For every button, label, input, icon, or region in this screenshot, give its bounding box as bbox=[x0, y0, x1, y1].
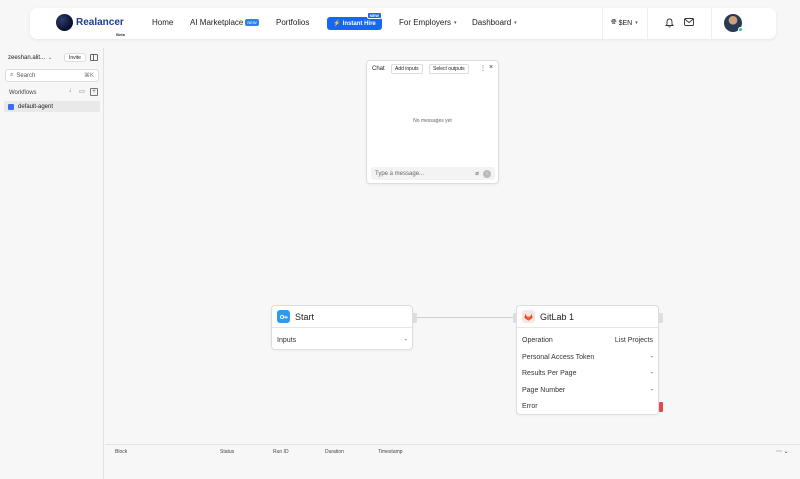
language-label: $EN bbox=[618, 19, 633, 27]
import-icon[interactable]: ↓ bbox=[66, 88, 74, 96]
nav-divider bbox=[647, 8, 648, 39]
sidebar-item-default-agent[interactable]: default-agent bbox=[4, 101, 100, 112]
toggle-sidebar-icon[interactable] bbox=[90, 54, 98, 61]
nav-dashboard-label: Dashboard bbox=[472, 18, 512, 27]
field-label: Error bbox=[522, 402, 538, 410]
field-label: Inputs bbox=[277, 336, 297, 344]
online-status-icon bbox=[738, 27, 743, 32]
output-handle[interactable] bbox=[659, 313, 663, 323]
log-options-icon[interactable]: ⋯ ⌄ bbox=[776, 448, 789, 455]
search-placeholder: Search bbox=[16, 72, 36, 79]
more-options-icon[interactable]: ⋮ bbox=[480, 65, 486, 72]
select-outputs-button[interactable]: Select outputs bbox=[429, 64, 469, 74]
nav-home[interactable]: Home bbox=[152, 18, 173, 27]
log-column-duration: Duration bbox=[325, 449, 344, 455]
chevron-down-icon: ⌄ bbox=[48, 55, 53, 61]
bell-icon[interactable] bbox=[665, 18, 674, 30]
workflows-heading: Workflows bbox=[9, 90, 37, 96]
error-handle[interactable] bbox=[659, 402, 663, 412]
language-selector[interactable]: 🌐︎ $EN ▾ bbox=[611, 19, 638, 27]
globe-icon: 🌐︎ bbox=[611, 19, 617, 26]
nav-portfolios[interactable]: Portfolios bbox=[276, 18, 309, 27]
start-node[interactable]: Start Inputs - bbox=[271, 305, 417, 350]
chevron-down-icon: ▾ bbox=[454, 19, 457, 26]
workspace-switcher[interactable]: zeeshan.alit... ⌄ bbox=[8, 55, 52, 61]
node-field-results-per-page[interactable]: Results Per Page - bbox=[522, 367, 653, 379]
field-label: Page Number bbox=[522, 386, 566, 394]
new-badge: NEW bbox=[245, 19, 259, 26]
node-field-operation[interactable]: Operation List Projects bbox=[522, 334, 653, 346]
node-field-error: Error bbox=[522, 400, 653, 412]
execution-log-bar: Block Status Run ID Duration Timestamp ⋯… bbox=[105, 444, 800, 479]
nav-ai-marketplace[interactable]: AI Marketplace NEW bbox=[190, 18, 259, 27]
chevron-down-icon: ▾ bbox=[635, 20, 638, 26]
search-shortcut: ⌘K bbox=[83, 73, 94, 79]
field-value: - bbox=[650, 353, 653, 361]
input-handle[interactable] bbox=[513, 313, 517, 323]
nav-dashboard[interactable]: Dashboard ▾ bbox=[472, 18, 517, 27]
workflow-label: default-agent bbox=[18, 103, 54, 110]
node-header: Start bbox=[272, 306, 412, 328]
paperclip-icon[interactable]: ⌀ bbox=[475, 170, 479, 177]
instant-hire-label: Instant Hire bbox=[342, 20, 376, 27]
logo-mark-icon bbox=[56, 14, 73, 31]
instant-hire-button[interactable]: ⚡ Instant Hire NEW bbox=[327, 12, 382, 30]
node-header: GitLab 1 bbox=[517, 306, 658, 328]
node-field-page-number[interactable]: Page Number - bbox=[522, 384, 653, 396]
nav-for-employers-label: For Employers bbox=[399, 18, 452, 27]
workflow-color-icon bbox=[8, 103, 14, 110]
node-field-inputs[interactable]: Inputs - bbox=[277, 334, 407, 346]
field-value: - bbox=[650, 369, 653, 377]
node-field-personal-access-token[interactable]: Personal Access Token - bbox=[522, 351, 653, 363]
start-block-icon bbox=[277, 310, 290, 323]
log-column-timestamp: Timestamp bbox=[378, 449, 403, 455]
nav-for-employers[interactable]: For Employers ▾ bbox=[399, 18, 457, 27]
chat-panel: Chat Add inputs Select outputs ⋮ × No me… bbox=[366, 60, 499, 184]
mail-icon[interactable] bbox=[684, 18, 694, 28]
chat-empty-state: No messages yet bbox=[413, 118, 452, 124]
log-column-status: Status bbox=[220, 449, 235, 455]
field-label: Operation bbox=[522, 336, 553, 344]
bolt-icon: ⚡ bbox=[333, 21, 341, 27]
chat-message-input[interactable]: Type a message... ⌀ ↑ bbox=[371, 167, 495, 180]
log-column-run-id: Run ID bbox=[273, 449, 289, 455]
node-title: Start bbox=[295, 311, 315, 322]
output-handle[interactable] bbox=[413, 313, 417, 323]
search-input[interactable]: ⌕ Search ⌘K bbox=[5, 69, 99, 82]
field-label: Personal Access Token bbox=[522, 353, 595, 361]
brand-name: Realancer bbox=[76, 16, 124, 28]
chevron-down-icon: ▾ bbox=[514, 19, 517, 26]
chat-input-placeholder: Type a message... bbox=[375, 170, 425, 177]
sidebar: zeeshan.alit... ⌄ Invite ⌕ Search ⌘K Wor… bbox=[0, 48, 104, 479]
field-value: - bbox=[404, 336, 407, 344]
workspace-name: zeeshan.alit... bbox=[8, 55, 46, 61]
brand-logo[interactable]: Realancer Beta bbox=[56, 14, 125, 37]
log-column-block: Block bbox=[115, 449, 128, 455]
add-workflow-icon[interactable]: + bbox=[90, 88, 98, 96]
gitlab-node[interactable]: GitLab 1 Operation List Projects Persona… bbox=[513, 305, 663, 415]
top-navbar: Realancer Beta Home AI Marketplace NEW P… bbox=[30, 8, 776, 39]
nav-ai-marketplace-label: AI Marketplace bbox=[190, 18, 244, 27]
invite-button[interactable]: Invite bbox=[64, 53, 86, 62]
search-icon: ⌕ bbox=[10, 72, 14, 78]
beta-label: Beta bbox=[116, 31, 125, 37]
nav-divider bbox=[711, 8, 712, 39]
node-title: GitLab 1 bbox=[540, 311, 575, 322]
avatar[interactable] bbox=[724, 14, 743, 32]
folder-add-icon[interactable]: ▭ bbox=[78, 88, 86, 96]
send-icon[interactable]: ↑ bbox=[483, 169, 491, 178]
field-label: Results Per Page bbox=[522, 369, 577, 377]
field-value: - bbox=[650, 386, 653, 394]
new-badge: NEW bbox=[366, 12, 382, 19]
chat-title: Chat bbox=[372, 66, 385, 72]
close-icon[interactable]: × bbox=[489, 64, 493, 71]
nav-divider bbox=[602, 8, 603, 39]
field-value: List Projects bbox=[614, 336, 653, 344]
connection-edge[interactable] bbox=[414, 317, 516, 318]
add-inputs-button[interactable]: Add inputs bbox=[391, 64, 423, 74]
gitlab-icon bbox=[522, 310, 535, 323]
